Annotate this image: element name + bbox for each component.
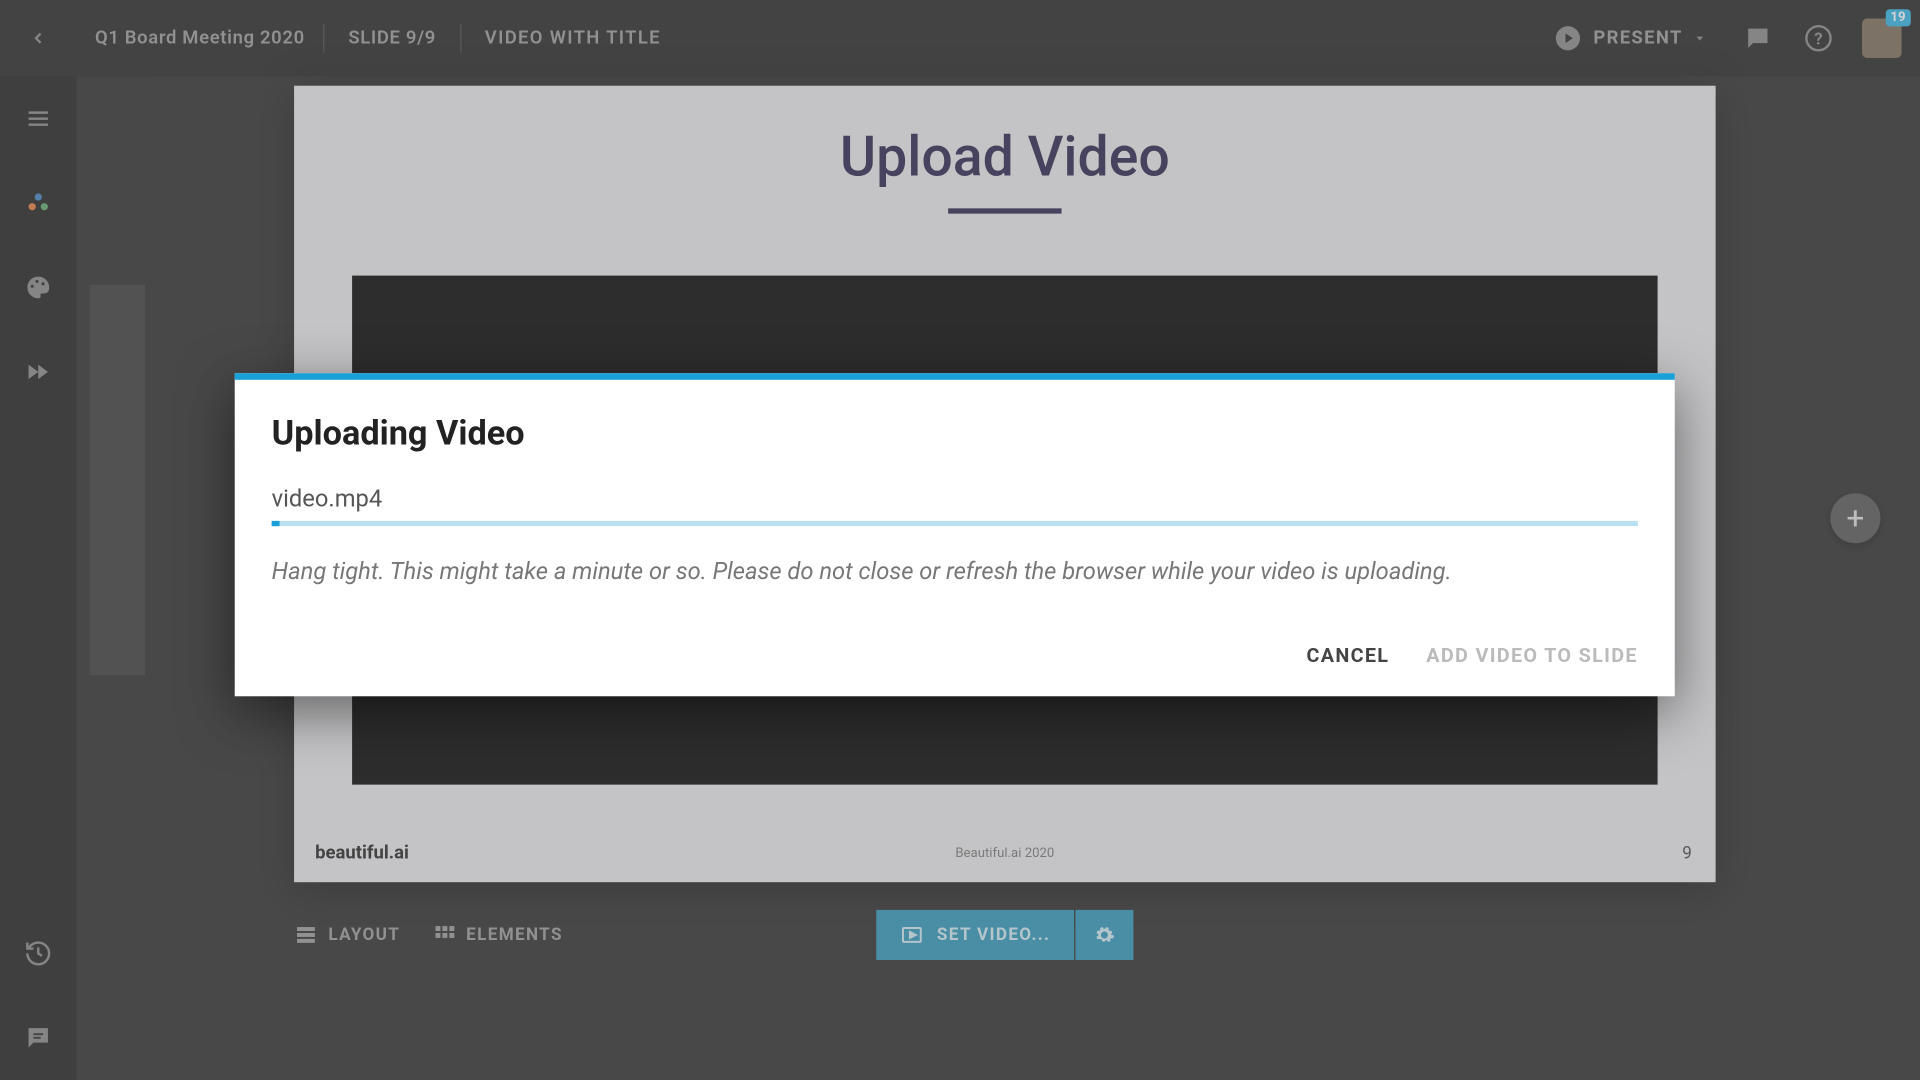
presentation-title[interactable]: Q1 Board Meeting 2020 [76,28,323,49]
svg-text:?: ? [1814,29,1822,49]
layout-label: LAYOUT [328,925,400,945]
notes-button[interactable] [22,1022,54,1054]
help-button[interactable]: ? [1804,24,1833,53]
help-icon: ? [1804,24,1833,53]
slide-thumbnails[interactable] [76,76,155,1080]
history-icon [24,939,53,968]
cancel-button[interactable]: CANCEL [1306,644,1389,668]
animate-button[interactable] [22,356,54,388]
dialog-title: Uploading Video [272,414,1638,454]
layout-icon [294,923,318,947]
upload-filename: video.mp4 [272,485,1638,513]
fast-forward-icon [24,357,53,386]
notification-badge: 19 [1885,9,1911,26]
gear-icon [1094,924,1115,945]
slide-title[interactable]: Upload Video [294,125,1716,190]
present-label: PRESENT [1593,28,1682,49]
set-video-button[interactable]: SET VIDEO... [876,910,1074,960]
title-underline [948,208,1061,213]
dialog-accent-bar [235,373,1675,380]
set-video-label: SET VIDEO... [937,925,1050,945]
play-circle-icon [1554,24,1583,53]
colors-button[interactable] [22,272,54,304]
upload-dialog: Uploading Video video.mp4 Hang tight. Th… [235,373,1675,696]
upload-progress-fill [272,521,280,526]
palette-icon [24,273,53,302]
grid-icon [432,923,456,947]
upload-message: Hang tight. This might take a minute or … [272,555,1638,588]
themes-button[interactable] [22,187,54,219]
elements-label: ELEMENTS [466,925,563,945]
video-play-icon [900,923,924,947]
menu-button[interactable] [22,103,54,135]
notes-icon [24,1023,53,1052]
chevron-left-icon [29,29,47,47]
user-avatar[interactable]: 19 [1862,18,1902,58]
elements-button[interactable]: ELEMENTS [432,923,563,947]
template-name[interactable]: VIDEO WITH TITLE [461,28,685,49]
present-button[interactable]: PRESENT [1533,24,1728,53]
thumbnail[interactable] [90,285,145,675]
caret-down-icon [1693,32,1706,45]
bottom-toolbar: LAYOUT ELEMENTS SET VIDEO... [294,899,1716,970]
back-button[interactable] [0,29,76,47]
plus-icon: + [1846,500,1864,537]
comments-button[interactable] [1743,24,1772,53]
slide-indicator[interactable]: SLIDE 9/9 [325,28,460,49]
slide-page-number: 9 [1682,844,1692,864]
top-bar: Q1 Board Meeting 2020 SLIDE 9/9 VIDEO WI… [0,0,1920,76]
left-rail [0,76,76,1080]
dots-cluster-icon [24,189,53,218]
history-button[interactable] [22,938,54,970]
layout-button[interactable]: LAYOUT [294,923,400,947]
slide-footer: Beautiful.ai 2020 [294,847,1716,862]
menu-icon [24,104,53,133]
add-video-button: ADD VIDEO TO SLIDE [1426,644,1638,668]
video-settings-button[interactable] [1075,910,1133,960]
chat-icon [1743,24,1772,53]
upload-progress-bar [272,521,1638,526]
add-slide-button[interactable]: + [1830,493,1880,543]
